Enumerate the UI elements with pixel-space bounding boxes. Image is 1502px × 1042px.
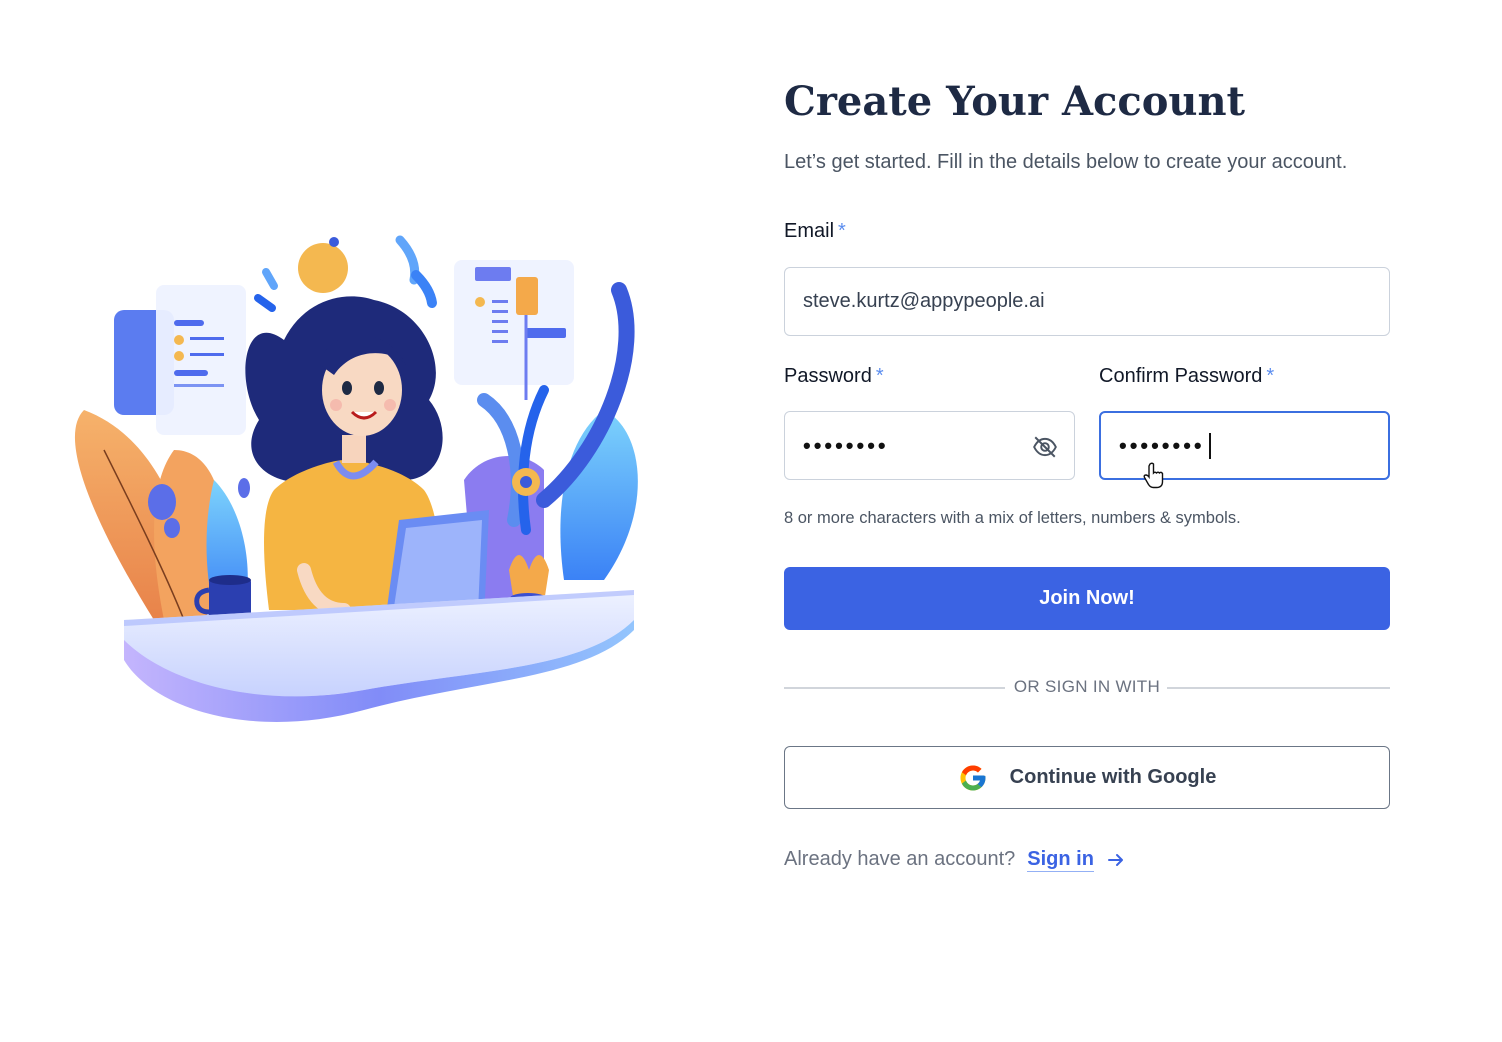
required-marker: *	[838, 220, 846, 242]
confirm-password-field[interactable]: ••••••••	[1099, 411, 1390, 489]
or-divider: OR SIGN IN WITH	[784, 677, 1390, 699]
confirm-password-value: ••••••••	[1119, 432, 1205, 458]
email-label: Email *	[784, 220, 846, 243]
email-value: steve.kurtz@appypeople.ai	[803, 290, 1045, 312]
divider-line-right	[1167, 687, 1390, 689]
arrow-right-icon[interactable]	[1106, 850, 1126, 870]
signin-prompt: Already have an account?	[784, 848, 1016, 870]
page-title: Create Your Account	[784, 78, 1246, 125]
required-marker: *	[875, 365, 884, 387]
signin-row: Already have an account? Sign in	[784, 847, 1126, 872]
email-field[interactable]: steve.kurtz@appypeople.ai	[784, 267, 1390, 336]
sign-in-link[interactable]: Sign in	[1027, 847, 1094, 872]
email-label-text: Email	[784, 220, 835, 242]
page-subtitle: Let’s get started. Fill in the details b…	[784, 151, 1348, 173]
hand-pointer-cursor-icon	[1143, 462, 1164, 489]
confirm-password-label-text: Confirm Password	[1099, 365, 1263, 387]
google-icon	[960, 765, 986, 790]
sun-shape	[298, 243, 348, 293]
password-label: Password *	[784, 365, 884, 388]
text-caret	[1208, 432, 1211, 459]
confirm-password-label: Confirm Password *	[1099, 365, 1274, 388]
password-value: ••••••••	[803, 432, 889, 458]
google-button-label: Continue with Google	[1009, 766, 1217, 788]
continue-with-google-button[interactable]: Continue with Google	[784, 746, 1390, 809]
hero-illustration	[44, 150, 694, 800]
join-now-button[interactable]: Join Now!	[784, 567, 1390, 630]
eye-off-icon[interactable]	[1032, 434, 1058, 460]
password-label-text: Password	[784, 365, 872, 387]
password-hint: 8 or more characters with a mix of lette…	[784, 509, 1241, 527]
password-field[interactable]: ••••••••	[784, 411, 1075, 480]
required-marker: *	[1266, 365, 1275, 387]
